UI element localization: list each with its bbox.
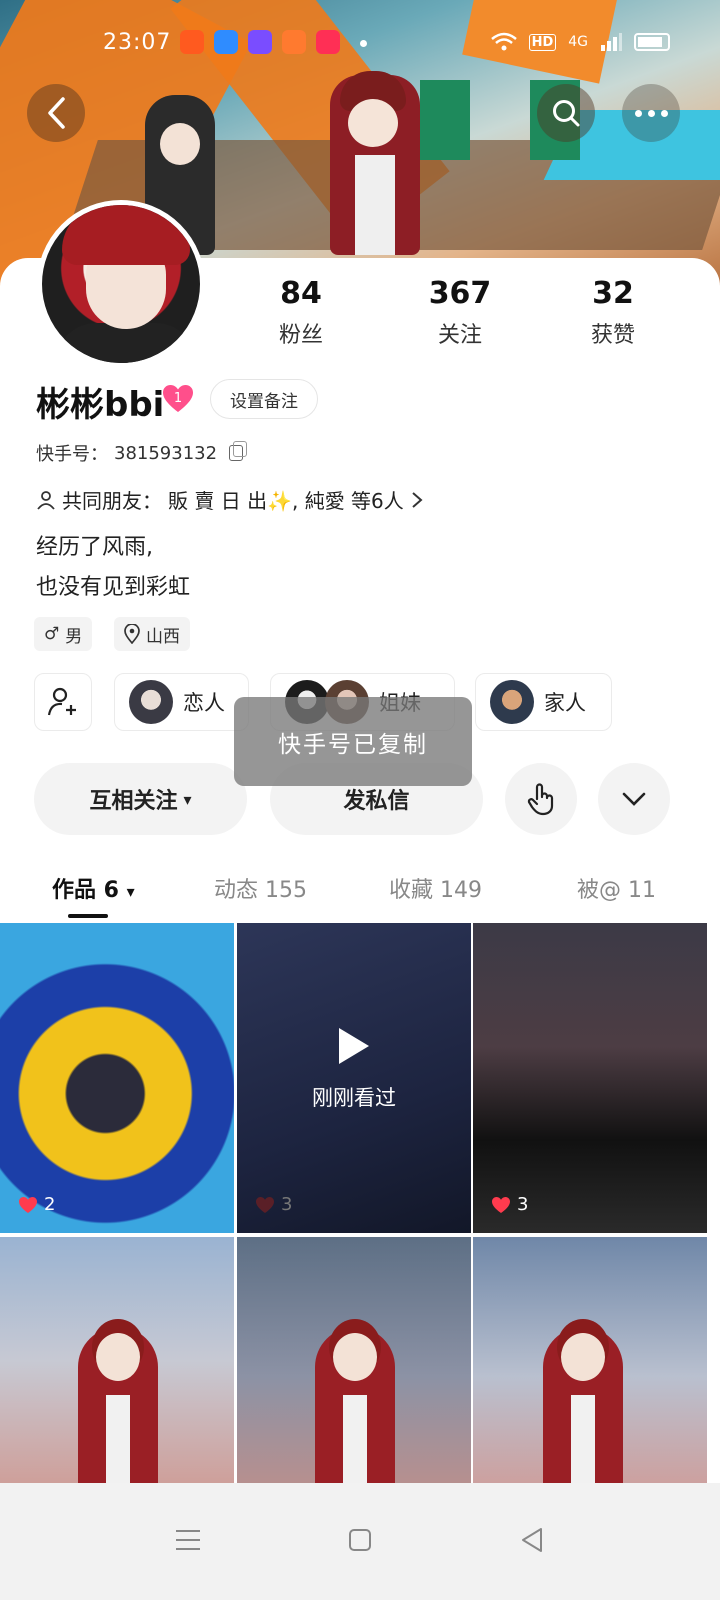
likes-label: 获赞 — [590, 323, 635, 348]
stat-likes[interactable]: 32 获赞 — [568, 276, 658, 356]
recently-watched-label: 刚刚看过 — [312, 1086, 396, 1110]
nav-recents-button[interactable] — [163, 1515, 213, 1565]
avatar[interactable] — [37, 200, 205, 368]
video-app-icon — [316, 30, 340, 54]
mutual-follow-label: 互相关注 — [89, 789, 178, 814]
region-tag: 山西 — [114, 617, 190, 651]
hd-badge: HD — [528, 33, 557, 51]
person-icon — [37, 490, 55, 510]
reader-app-icon — [282, 30, 306, 54]
content-tabs: 作品 6 ▾ 动态 155 收藏 149 被@ 11 — [0, 858, 720, 922]
works-grid: 2 刚刚看过 3 3 — [0, 923, 720, 1547]
following-count: 367 — [428, 276, 492, 311]
video-tile[interactable]: 3 — [473, 923, 707, 1233]
play-icon — [339, 1028, 369, 1064]
status-time: 23:07 — [103, 30, 172, 55]
mutual-follow-button[interactable]: 互相关注 ▾ — [34, 763, 247, 835]
region-text: 山西 — [146, 626, 180, 647]
kuaishou-id-row[interactable]: 快手号： 381593132 — [36, 440, 248, 466]
bio-line-2: 也没有见到彩虹 — [36, 575, 191, 600]
tab-moments[interactable]: 动态 155 — [214, 872, 307, 904]
male-icon: ♂ — [44, 624, 60, 644]
tile-likes: 3 — [255, 1194, 292, 1215]
mutual-friends-value: 販 賣 日 出✨, 純愛 等6人 — [168, 489, 404, 513]
music-app-icon — [248, 30, 272, 54]
kuaishou-id-label: 快手号： — [36, 444, 108, 465]
fans-count: 84 — [280, 276, 322, 311]
following-label: 关注 — [437, 323, 482, 348]
recently-watched-overlay: 刚刚看过 — [237, 1028, 471, 1112]
stat-following[interactable]: 367 关注 — [405, 276, 515, 356]
add-friend-button[interactable] — [34, 673, 92, 731]
profile-name: 彬彬bbi — [36, 385, 165, 425]
back-button[interactable] — [27, 84, 85, 142]
add-friend-icon — [47, 687, 76, 716]
browser-app-icon — [214, 30, 238, 54]
poke-hand-icon — [527, 783, 554, 816]
profile-bio: 经历了风雨, 也没有见到彩虹 — [36, 528, 190, 608]
tab-mentioned[interactable]: 被@ 11 — [577, 872, 656, 904]
signal-icon — [601, 33, 622, 51]
kuaishou-id: 381593132 — [114, 442, 218, 464]
relation-lover-label: 恋人 — [183, 691, 225, 715]
battery-icon — [634, 33, 670, 51]
heart-icon — [492, 1196, 510, 1213]
caret-down-icon: ▾ — [183, 789, 192, 809]
more-icon — [634, 109, 668, 117]
video-tile[interactable]: 刚刚看过 3 — [237, 923, 471, 1233]
home-square-icon — [349, 1529, 371, 1551]
wifi-icon — [490, 32, 517, 51]
bio-line-1: 经历了风雨, — [36, 535, 153, 560]
stat-fans[interactable]: 84 粉丝 — [256, 276, 346, 356]
gender-text: 男 — [65, 626, 83, 647]
relation-family[interactable]: 家人 — [475, 673, 612, 731]
tab-favorites[interactable]: 收藏 149 — [389, 872, 482, 904]
tab-works-caret-icon: ▾ — [126, 882, 135, 901]
nav-back-button[interactable] — [507, 1515, 557, 1565]
poke-button[interactable] — [505, 763, 577, 835]
relation-family-label: 家人 — [544, 691, 586, 715]
nav-home-button[interactable] — [335, 1515, 385, 1565]
menu-icon — [176, 1530, 200, 1550]
back-icon — [48, 97, 65, 129]
tile-likes: 2 — [18, 1194, 55, 1215]
kuaishou-app-icon — [180, 30, 204, 54]
set-remark-button[interactable]: 设置备注 — [210, 379, 318, 419]
search-icon — [553, 100, 580, 127]
heart-icon — [256, 1196, 274, 1213]
tab-works[interactable]: 作品 6 ▾ — [52, 872, 135, 904]
more-button[interactable] — [622, 84, 680, 142]
status-app-icons — [180, 30, 367, 54]
heart-icon — [19, 1196, 37, 1213]
mutual-friends-row[interactable]: 共同朋友： 販 賣 日 出✨, 純愛 等6人 — [36, 485, 424, 514]
expand-more-button[interactable] — [598, 763, 670, 835]
lover-avatar — [129, 680, 173, 724]
network-type: 4G — [568, 34, 588, 50]
notification-dot — [360, 40, 367, 47]
toast-message: 快手号已复制 — [234, 697, 472, 786]
location-pin-icon — [124, 624, 140, 644]
video-tile[interactable]: 2 — [0, 923, 234, 1233]
status-bar: 23:07 HD 4G — [0, 26, 720, 62]
search-button[interactable] — [537, 84, 595, 142]
tile-likes-count: 2 — [44, 1194, 56, 1215]
system-nav-bar — [0, 1483, 720, 1600]
tile-likes-count: 3 — [281, 1194, 293, 1215]
mutual-friends-label: 共同朋友： — [62, 489, 162, 513]
active-tab-indicator — [68, 914, 108, 918]
tile-likes-count: 3 — [517, 1194, 529, 1215]
copy-icon[interactable] — [229, 441, 248, 461]
nav-back-triangle-icon — [522, 1528, 542, 1552]
fans-label: 粉丝 — [278, 323, 323, 348]
tab-works-label: 作品 6 — [52, 878, 119, 903]
tile-likes: 3 — [491, 1194, 528, 1215]
relation-lover[interactable]: 恋人 — [114, 673, 249, 731]
level-heart-badge: 1 — [163, 385, 193, 412]
family-avatar — [490, 680, 534, 724]
likes-count: 32 — [592, 276, 634, 311]
chevron-right-icon — [412, 491, 423, 508]
level-number: 1 — [174, 391, 182, 406]
chevron-down-icon — [622, 792, 646, 806]
gender-tag: ♂ 男 — [34, 617, 93, 651]
